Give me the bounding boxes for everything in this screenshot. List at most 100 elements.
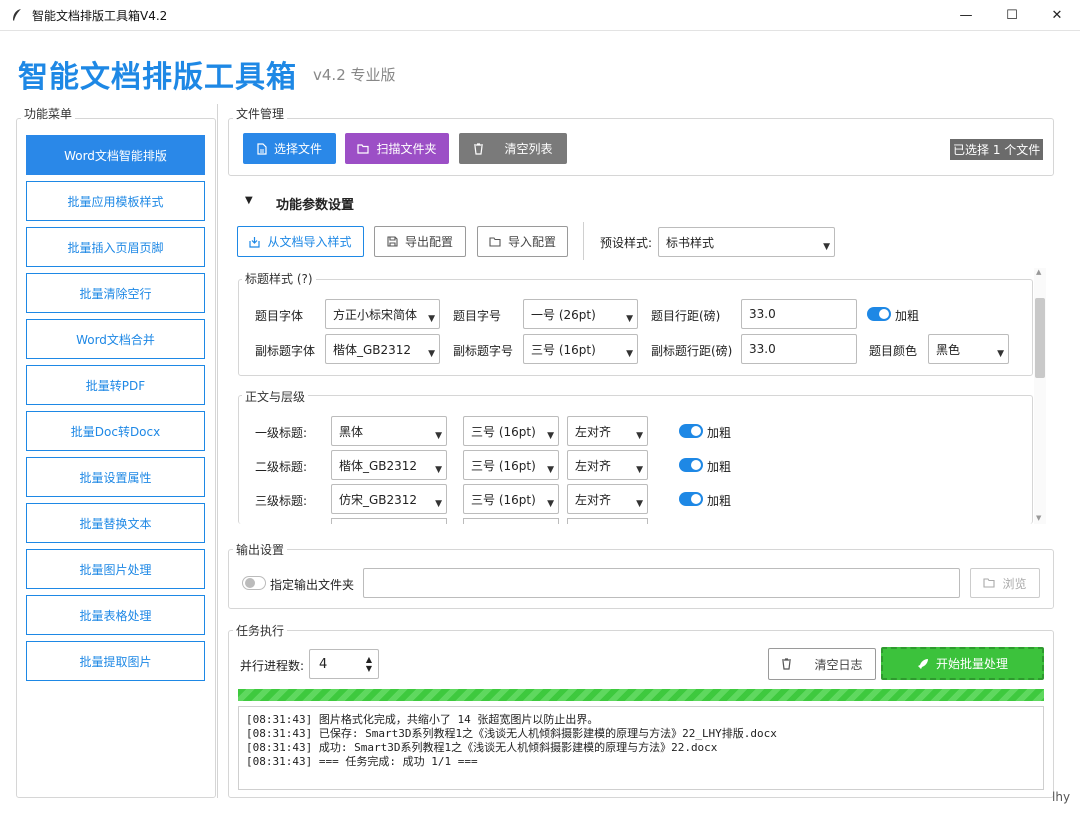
browse-button[interactable]: 浏览: [970, 568, 1040, 598]
level3-size-select[interactable]: 三号 (16pt) ▼: [463, 484, 559, 514]
start-batch-label: 开始批量处理: [935, 657, 1008, 671]
level1-align-value: 左对齐: [575, 424, 612, 439]
subtitle-font-select[interactable]: 楷体_GB2312 ▼: [325, 334, 440, 364]
title-bold-label: 加粗: [895, 309, 920, 323]
import-style-button[interactable]: 从文档导入样式: [237, 226, 364, 257]
clear-list-label: 清空列表: [504, 142, 553, 156]
menu-item-header-footer[interactable]: 批量插入页眉页脚: [26, 227, 205, 267]
menu-list: Word文档智能排版 批量应用模板样式 批量插入页眉页脚 批量清除空行 Word…: [16, 118, 216, 798]
menu-item-smart-layout[interactable]: Word文档智能排版: [26, 135, 205, 175]
subtitle-font-label: 副标题字体: [255, 344, 316, 358]
level2-font-value: 楷体_GB2312: [339, 458, 418, 473]
level3-align-value: 左对齐: [575, 492, 612, 507]
minimize-button[interactable]: —: [943, 0, 989, 31]
subtitle-size-select[interactable]: 三号 (16pt) ▼: [523, 334, 638, 364]
subtitle-font-value: 楷体_GB2312: [333, 342, 412, 357]
subtitle-size-label: 副标题字号: [453, 344, 514, 358]
menu-item-to-pdf[interactable]: 批量转PDF: [26, 365, 205, 405]
subtitle-spacing-label: 副标题行距(磅): [651, 344, 733, 358]
folder-icon: [357, 143, 370, 154]
log-line: [08:31:43] 图片格式化完成，共缩小了 14 张超宽图片以防止出界。: [246, 713, 599, 726]
title-spacing-label: 题目行距(磅): [651, 309, 721, 323]
title-style-legend[interactable]: 标题样式 (?): [242, 270, 316, 287]
level1-align-select[interactable]: 左对齐 ▼: [567, 416, 648, 446]
preset-style-select[interactable]: 标书样式 ▼: [658, 227, 835, 257]
level2-size-select[interactable]: 三号 (16pt) ▼: [463, 450, 559, 480]
collapse-triangle-icon[interactable]: ▼: [245, 195, 253, 206]
select-file-button[interactable]: 选择文件: [243, 133, 336, 164]
title-color-value: 黑色: [936, 342, 961, 357]
chevron-down-icon: ▼: [636, 499, 643, 509]
scroll-up-icon[interactable]: ▲: [1036, 268, 1041, 276]
chevron-down-icon: ▼: [435, 431, 442, 441]
export-config-button[interactable]: 导出配置: [374, 226, 466, 257]
clear-list-button[interactable]: 清空列表: [459, 133, 567, 164]
chevron-down-icon: ▼: [997, 349, 1004, 359]
title-size-label: 题目字号: [453, 309, 502, 323]
body-levels-legend: 正文与层级: [242, 388, 309, 405]
level2-align-value: 左对齐: [575, 458, 612, 473]
level1-label: 一级标题:: [255, 426, 308, 440]
level4-align-select[interactable]: [567, 518, 648, 524]
level3-font-value: 仿宋_GB2312: [339, 492, 418, 507]
log-output[interactable]: [08:31:43] 图片格式化完成，共缩小了 14 张超宽图片以防止出界。 […: [238, 706, 1044, 790]
level1-bold-label: 加粗: [707, 426, 732, 440]
output-folder-toggle[interactable]: [242, 576, 266, 590]
level3-label: 三级标题:: [255, 494, 308, 508]
menu-item-replace-text[interactable]: 批量替换文本: [26, 503, 205, 543]
title-color-select[interactable]: 黑色 ▼: [928, 334, 1009, 364]
log-line: [08:31:43] 已保存: Smart3D系列教程1之《浅谈无人机倾斜摄影建…: [246, 727, 777, 740]
start-batch-button[interactable]: 开始批量处理: [881, 647, 1044, 680]
title-font-select[interactable]: 方正小标宋简体 ▼: [325, 299, 440, 329]
level3-align-select[interactable]: 左对齐 ▼: [567, 484, 648, 514]
subtitle-size-value: 三号 (16pt): [531, 342, 596, 357]
menu-item-extract-images[interactable]: 批量提取图片: [26, 641, 205, 681]
output-settings-legend: 输出设置: [233, 541, 288, 558]
import-config-label: 导入配置: [507, 235, 556, 249]
level2-bold-toggle[interactable]: [679, 458, 703, 472]
scroll-down-icon[interactable]: ▼: [1036, 514, 1041, 522]
level3-bold-label: 加粗: [707, 494, 732, 508]
level1-bold-toggle[interactable]: [679, 424, 703, 438]
level2-font-select[interactable]: 楷体_GB2312 ▼: [331, 450, 447, 480]
menu-item-image-process[interactable]: 批量图片处理: [26, 549, 205, 589]
level2-size-value: 三号 (16pt): [471, 458, 536, 473]
log-line: [08:31:43] 成功: Smart3D系列教程1之《浅谈无人机倾斜摄影建模…: [246, 741, 718, 754]
parallel-label: 并行进程数:: [240, 659, 305, 673]
import-config-button[interactable]: 导入配置: [477, 226, 568, 257]
chevron-down-icon: ▼: [547, 465, 554, 475]
output-path-input[interactable]: [363, 568, 960, 598]
spin-arrows-icon[interactable]: ▲ ▼: [366, 655, 372, 673]
level1-font-select[interactable]: 黑体 ▼: [331, 416, 447, 446]
level4-size-select[interactable]: [463, 518, 559, 524]
menu-item-table-process[interactable]: 批量表格处理: [26, 595, 205, 635]
level4-font-select[interactable]: [331, 518, 447, 524]
level2-align-select[interactable]: 左对齐 ▼: [567, 450, 648, 480]
menu-item-merge[interactable]: Word文档合并: [26, 319, 205, 359]
level3-font-select[interactable]: 仿宋_GB2312 ▼: [331, 484, 447, 514]
title-size-select[interactable]: 一号 (26pt) ▼: [523, 299, 638, 329]
clear-log-button[interactable]: 清空日志: [768, 648, 876, 680]
close-button[interactable]: ✕: [1034, 0, 1080, 31]
menu-item-doc-to-docx[interactable]: 批量Doc转Docx: [26, 411, 205, 451]
menu-item-properties[interactable]: 批量设置属性: [26, 457, 205, 497]
level1-size-select[interactable]: 三号 (16pt) ▼: [463, 416, 559, 446]
select-file-label: 选择文件: [273, 142, 322, 156]
menu-item-clear-blank[interactable]: 批量清除空行: [26, 273, 205, 313]
params-scrollbar-thumb[interactable]: [1035, 298, 1045, 378]
folder-open-icon: [489, 236, 501, 247]
level3-bold-toggle[interactable]: [679, 492, 703, 506]
import-style-label: 从文档导入样式: [267, 235, 352, 249]
maximize-button[interactable]: ☐: [989, 0, 1035, 31]
title-bold-toggle[interactable]: [867, 307, 891, 321]
subtitle-spacing-input[interactable]: 33.0: [741, 334, 857, 364]
chevron-down-icon: ▼: [636, 431, 643, 441]
trash-icon: [781, 658, 792, 670]
app-version: v4.2 专业版: [313, 66, 396, 84]
parallel-spinbox[interactable]: 4 ▲ ▼: [309, 649, 379, 679]
menu-item-apply-template[interactable]: 批量应用模板样式: [26, 181, 205, 221]
parallel-value: 4: [319, 656, 328, 672]
title-spacing-input[interactable]: 33.0: [741, 299, 857, 329]
clear-log-label: 清空日志: [814, 657, 863, 672]
scan-folder-button[interactable]: 扫描文件夹: [345, 133, 449, 164]
